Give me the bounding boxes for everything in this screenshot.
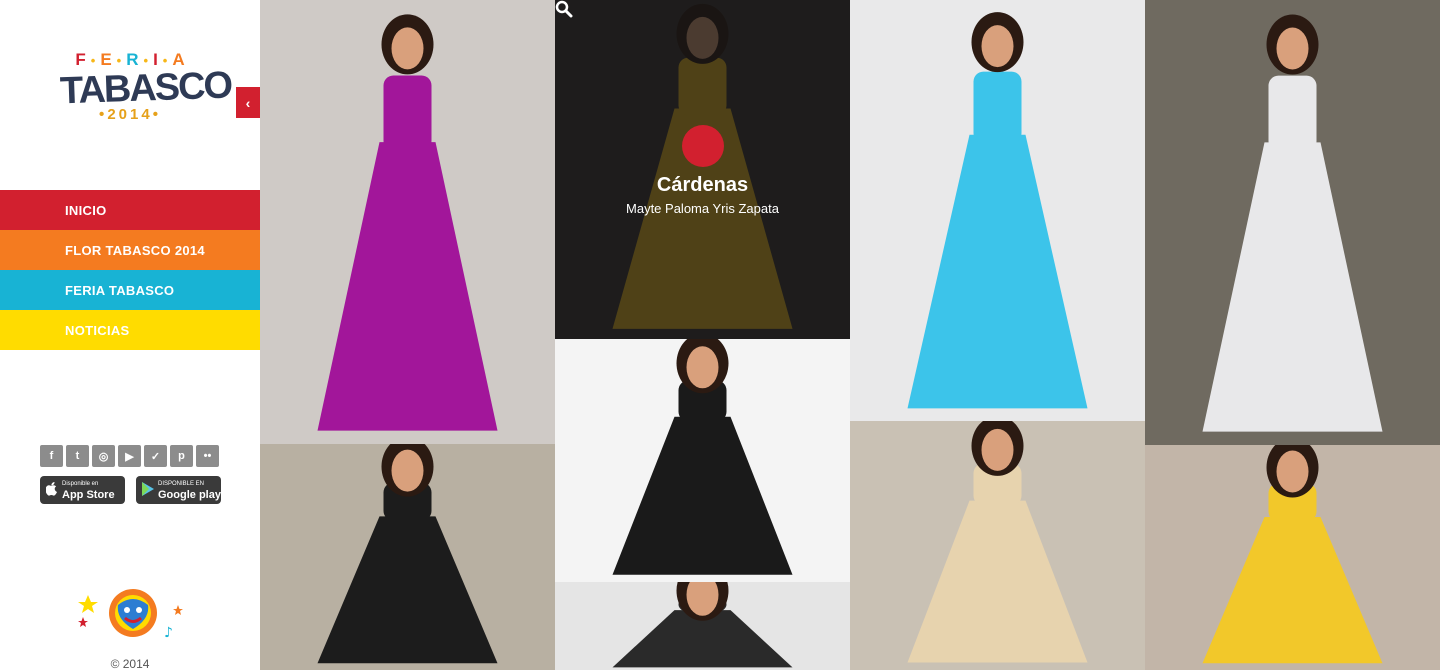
gallery-tile[interactable] bbox=[850, 421, 1145, 670]
nav-item-feria-tabasco[interactable]: FERIA TABASCO bbox=[0, 270, 260, 310]
gallery-tile[interactable] bbox=[555, 582, 850, 670]
collapse-sidebar-button[interactable]: ‹ bbox=[236, 87, 260, 118]
gallery-tile[interactable] bbox=[1145, 445, 1440, 670]
nav-item-flor-tabasco[interactable]: FLOR TABASCO 2014 bbox=[0, 230, 260, 270]
torso-shape bbox=[1268, 75, 1317, 152]
gown-shape bbox=[907, 134, 1088, 409]
copyright-text: © 2014 bbox=[110, 657, 150, 670]
face-shape bbox=[391, 27, 424, 70]
svg-text:♪: ♪ bbox=[164, 625, 173, 641]
contestant-name: Mayte Paloma Yris Zapata bbox=[626, 201, 779, 216]
tile-hover-overlay[interactable]: Cárdenas Mayte Paloma Yris Zapata bbox=[555, 0, 850, 339]
torso-shape bbox=[973, 71, 1022, 144]
face-shape bbox=[391, 449, 424, 492]
flickr-icon[interactable]: •• bbox=[196, 445, 219, 467]
gown-shape bbox=[1202, 517, 1383, 664]
gown-shape bbox=[612, 416, 793, 575]
face-shape bbox=[981, 428, 1014, 471]
sidebar: F • E • R • I • A TABASCO •2014• ‹ INICI… bbox=[0, 0, 260, 670]
contestant-photo bbox=[907, 421, 1088, 663]
contestant-photo bbox=[317, 14, 498, 431]
logo-title: TABASCO bbox=[59, 64, 232, 113]
gown-shape bbox=[317, 142, 498, 431]
google-play-button[interactable]: DISPONIBLE EN Google play bbox=[136, 476, 221, 504]
nav-item-inicio[interactable]: INICIO bbox=[0, 190, 260, 230]
youtube-icon[interactable]: ▶ bbox=[118, 445, 141, 467]
search-icon[interactable] bbox=[555, 0, 724, 167]
app-store-button[interactable]: Disponible en App Store bbox=[40, 476, 125, 504]
nav-item-label: FLOR TABASCO 2014 bbox=[65, 242, 205, 258]
contestant-photo bbox=[1202, 445, 1383, 664]
gown-shape bbox=[907, 500, 1088, 663]
gallery-tile[interactable] bbox=[1145, 0, 1440, 445]
main-nav: INICIO FLOR TABASCO 2014 FERIA TABASCO N… bbox=[0, 190, 260, 350]
store-small-label: DISPONIBLE EN bbox=[158, 480, 205, 487]
google-play-icon bbox=[142, 481, 154, 499]
apple-icon bbox=[45, 481, 58, 499]
face-shape bbox=[1276, 27, 1309, 70]
gallery-tile[interactable] bbox=[850, 0, 1145, 421]
contestant-photo bbox=[1202, 14, 1383, 432]
pinterest-icon[interactable]: p bbox=[170, 445, 193, 467]
torso-shape bbox=[383, 75, 432, 151]
nav-item-noticias[interactable]: NOTICIAS bbox=[0, 310, 260, 350]
store-small-label: Disponible en bbox=[62, 480, 99, 487]
contestant-photo bbox=[612, 582, 793, 668]
sun-mascot-logo: ♪ bbox=[78, 585, 188, 645]
app-store-badges: Disponible en App Store DISPONIBLE EN Go… bbox=[40, 476, 221, 504]
contestant-city: Cárdenas bbox=[656, 174, 749, 196]
face-shape bbox=[981, 25, 1014, 68]
store-label: App Store bbox=[62, 488, 115, 501]
gallery-tile[interactable]: Cárdenas Mayte Paloma Yris Zapata bbox=[555, 0, 850, 339]
face-shape bbox=[1276, 450, 1309, 493]
twitter-icon[interactable]: t bbox=[66, 445, 89, 467]
gown-shape bbox=[1202, 142, 1383, 432]
gallery-tile[interactable] bbox=[260, 0, 555, 444]
gallery-tile[interactable] bbox=[260, 444, 555, 670]
contestant-photo bbox=[907, 12, 1088, 409]
nav-item-label: INICIO bbox=[65, 202, 107, 218]
gown-shape bbox=[317, 516, 498, 664]
nav-item-label: NOTICIAS bbox=[65, 322, 130, 338]
nav-item-label: FERIA TABASCO bbox=[65, 282, 175, 298]
store-label: Google play bbox=[158, 488, 221, 501]
foursquare-icon[interactable]: ✓ bbox=[144, 445, 167, 467]
instagram-icon[interactable]: ◎ bbox=[92, 445, 115, 467]
face-shape bbox=[686, 346, 719, 389]
feria-tabasco-logo[interactable]: F • E • R • I • A TABASCO •2014• bbox=[59, 50, 232, 140]
gallery-tile[interactable] bbox=[555, 339, 850, 582]
contestant-photo bbox=[612, 339, 793, 575]
chevron-left-icon: ‹ bbox=[245, 94, 251, 111]
social-links: f t ◎ ▶ ✓ p •• bbox=[40, 445, 219, 467]
facebook-icon[interactable]: f bbox=[40, 445, 63, 467]
contestant-photo bbox=[317, 444, 498, 664]
